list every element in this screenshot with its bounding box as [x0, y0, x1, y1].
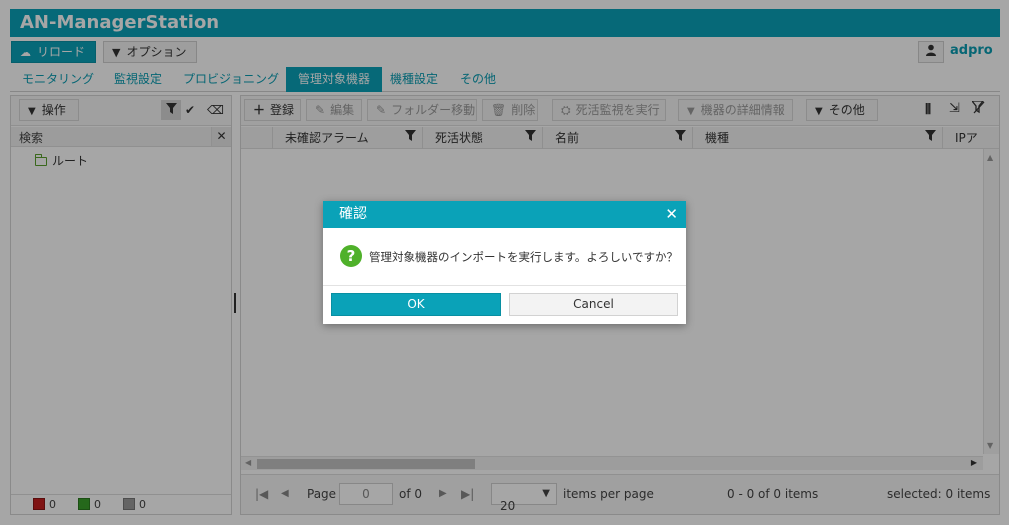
dialog-body: ? 管理対象機器のインポートを実行します。よろしいですか？ — [323, 228, 686, 286]
ok-button[interactable]: OK — [331, 293, 501, 316]
app-window: AN-ManagerStation ☁ リロード ▼ オプション adpro モニタ… — [0, 0, 1009, 525]
confirm-dialog: 確認 ✕ ? 管理対象機器のインポートを実行します。よろしいですか？ OK Ca… — [323, 201, 686, 324]
close-icon[interactable]: ✕ — [665, 201, 678, 228]
cancel-button[interactable]: Cancel — [509, 293, 678, 316]
dialog-header: 確認 ✕ — [323, 201, 686, 228]
dialog-message: 管理対象機器のインポートを実行します。よろしいですか？ — [369, 250, 679, 264]
question-icon: ? — [340, 245, 362, 267]
dialog-title: 確認 — [339, 206, 367, 222]
